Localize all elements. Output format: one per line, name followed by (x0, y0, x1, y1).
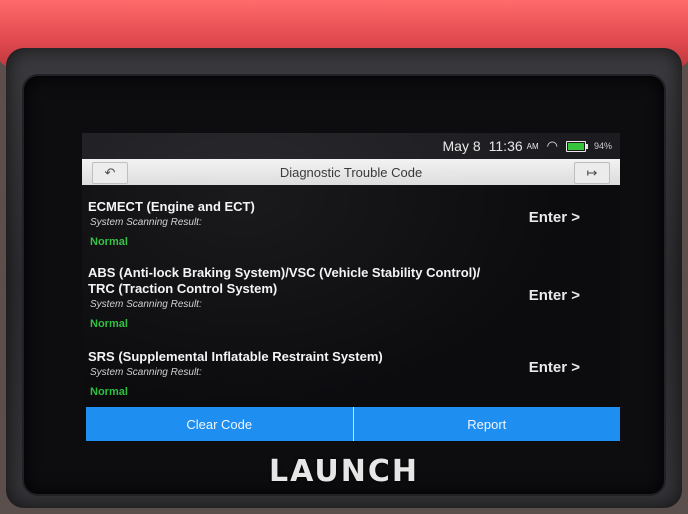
status-bar: May 8 11:36 AM ◠ 94% (82, 133, 620, 159)
status-date: May 8 (442, 138, 481, 154)
list-item: ECMECT (Engine and ECT) System Scanning … (82, 199, 620, 248)
battery-percent: 94% (593, 141, 612, 151)
title-bar: ↶ Diagnostic Trouble Code ↦ (82, 159, 620, 185)
exit-button[interactable]: ↦ (574, 162, 610, 184)
screen: May 8 11:36 AM ◠ 94% ↶ Diagnostic Troubl… (82, 133, 620, 443)
system-name: SRS (Supplemental Inflatable Restraint S… (88, 349, 383, 364)
status-time: 11:36 (488, 138, 523, 154)
battery-icon (565, 140, 588, 152)
system-name: ABS (Anti-lock Braking System)/VSC (Vehi… (88, 265, 481, 296)
enter-button[interactable]: Enter > (529, 359, 580, 376)
scan-result-status: Normal (90, 386, 128, 398)
brand-logo: LAUNCH (268, 454, 419, 489)
page-title: Diagnostic Trouble Code (279, 164, 423, 180)
status-ampm: AM (526, 141, 539, 151)
back-arrow-icon: ↶ (104, 165, 116, 180)
list-item: ABS (Anti-lock Braking System)/VSC (Vehi… (82, 265, 620, 330)
enter-button[interactable]: Enter > (529, 209, 580, 226)
enter-button[interactable]: Enter > (529, 287, 580, 304)
system-name: ECMECT (Engine and ECT) (88, 199, 255, 214)
action-bar: Clear Code Report (86, 407, 620, 441)
list-item: SRS (Supplemental Inflatable Restraint S… (82, 349, 620, 398)
report-button[interactable]: Report (353, 407, 620, 441)
scan-result-status: Normal (90, 318, 128, 330)
wifi-icon: ◠ (546, 138, 558, 153)
system-list: ECMECT (Engine and ECT) System Scanning … (82, 185, 620, 405)
exit-icon: ↦ (586, 165, 598, 180)
back-button[interactable]: ↶ (92, 162, 128, 184)
clear-code-button[interactable]: Clear Code (86, 407, 354, 441)
scan-result-status: Normal (90, 236, 128, 248)
